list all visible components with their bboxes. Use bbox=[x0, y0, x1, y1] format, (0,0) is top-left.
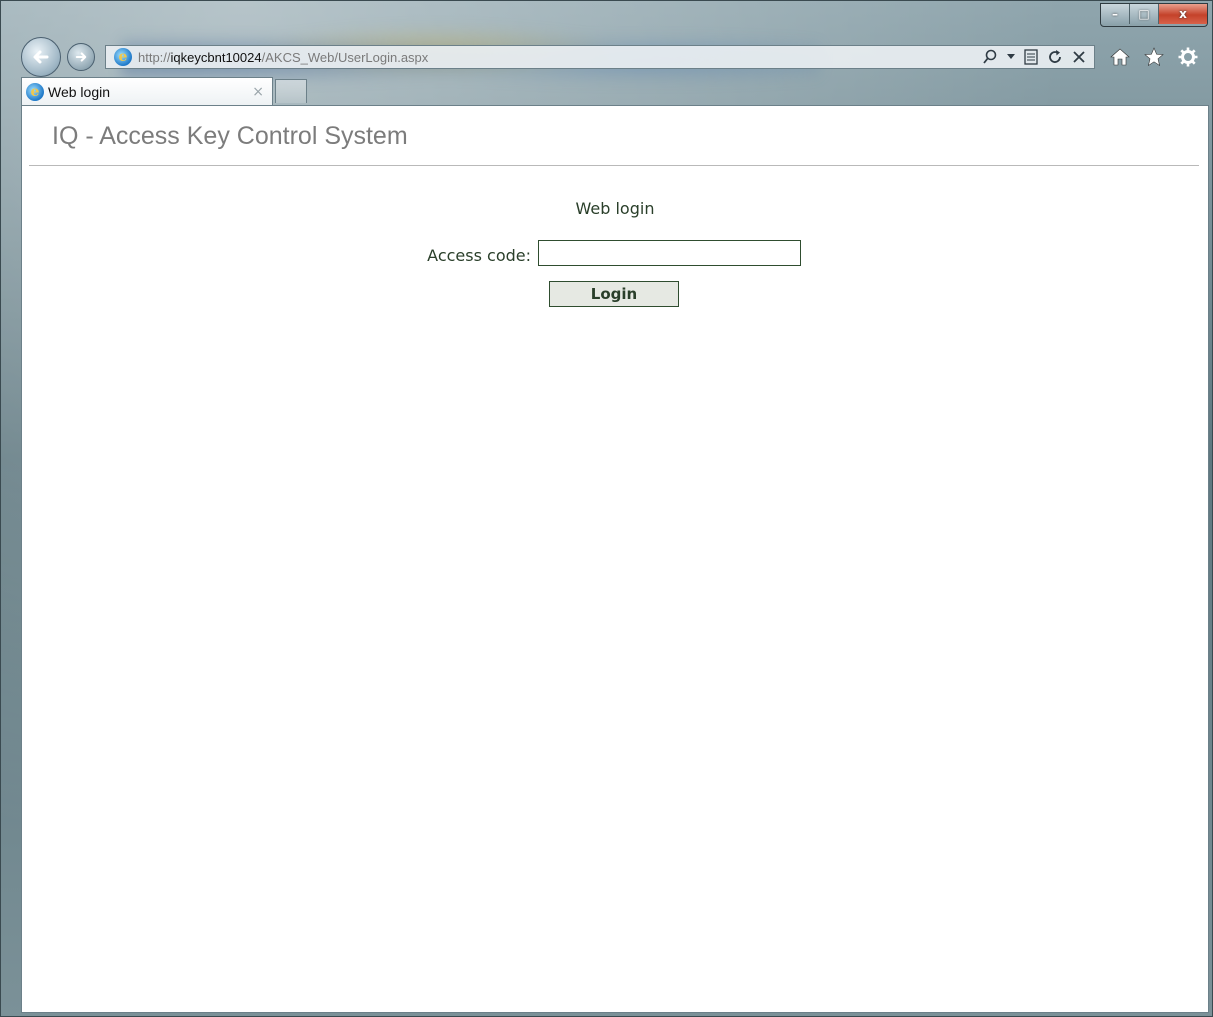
login-button[interactable]: Login bbox=[549, 281, 679, 307]
window-caption-buttons: – □ x bbox=[1100, 3, 1208, 27]
dropdown-arrow-icon[interactable] bbox=[1007, 54, 1015, 60]
ie-page-icon: e bbox=[114, 48, 132, 66]
address-url[interactable]: http://iqkeycbnt10024/AKCS_Web/UserLogin… bbox=[138, 50, 428, 65]
minimize-button[interactable]: – bbox=[1101, 4, 1130, 24]
address-tools bbox=[982, 49, 1094, 65]
back-arrow-icon bbox=[33, 50, 49, 64]
access-code-input[interactable] bbox=[538, 240, 801, 266]
url-host: iqkeycbnt10024 bbox=[170, 49, 262, 65]
close-window-button[interactable]: x bbox=[1159, 4, 1207, 24]
ie-tab-icon: e bbox=[26, 82, 44, 101]
star-icon[interactable] bbox=[1144, 47, 1164, 67]
stop-icon[interactable] bbox=[1072, 50, 1086, 64]
header-divider bbox=[29, 165, 1199, 166]
forward-button[interactable] bbox=[67, 43, 95, 71]
home-icon[interactable] bbox=[1110, 47, 1130, 67]
gear-icon[interactable] bbox=[1178, 47, 1198, 67]
login-heading: Web login bbox=[575, 199, 655, 218]
refresh-icon[interactable] bbox=[1047, 49, 1063, 65]
tab-close-icon[interactable]: × bbox=[252, 84, 264, 100]
forward-arrow-icon bbox=[75, 52, 87, 62]
page-title: IQ - Access Key Control System bbox=[52, 122, 408, 150]
command-icons bbox=[1110, 45, 1198, 69]
page-content: IQ - Access Key Control System Web login… bbox=[21, 105, 1209, 1013]
back-button[interactable] bbox=[21, 37, 61, 77]
tab-label: Web login bbox=[48, 83, 111, 100]
address-bar[interactable]: e http://iqkeycbnt10024/AKCS_Web/UserLog… bbox=[105, 45, 1095, 69]
search-icon[interactable] bbox=[982, 49, 998, 65]
browser-window: – □ x e http://iqkeycbnt10024/AKCS_Web/U… bbox=[0, 0, 1213, 1017]
new-tab-button[interactable] bbox=[275, 79, 307, 103]
compatibility-view-icon[interactable] bbox=[1024, 49, 1038, 65]
url-protocol: http:// bbox=[138, 49, 171, 65]
maximize-button[interactable]: □ bbox=[1130, 4, 1159, 24]
access-code-label: Access code: bbox=[427, 246, 531, 265]
url-path: /AKCS_Web/UserLogin.aspx bbox=[261, 49, 429, 65]
tab-web-login[interactable]: e Web login × bbox=[21, 77, 273, 105]
